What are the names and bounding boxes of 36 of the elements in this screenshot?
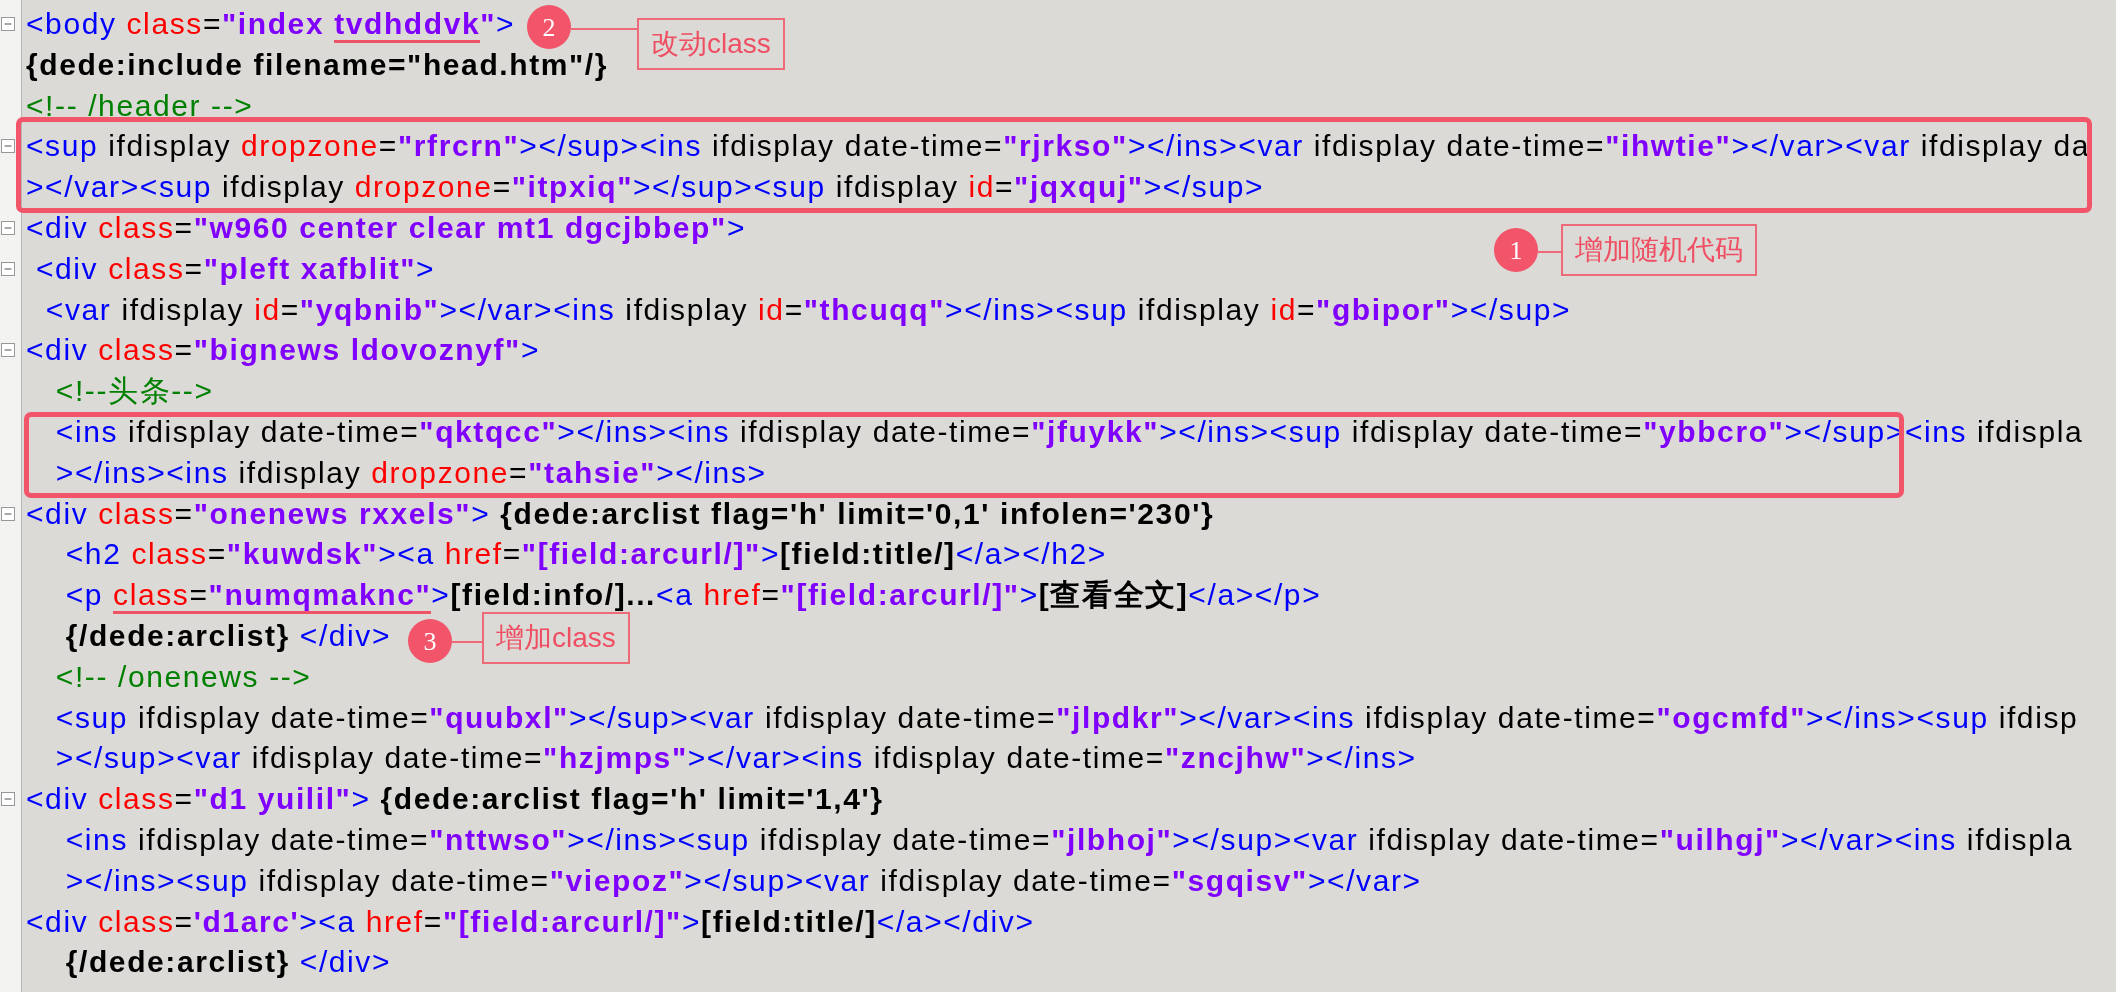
- callout-label: 增加随机代码: [1561, 224, 1757, 277]
- code-line: <div class="d1 yuilil"> {dede:arclist flag='h' limit='1,4'}: [26, 782, 884, 816]
- code-line: <!-- /header -->: [26, 88, 254, 122]
- code-line: <h2 class="kuwdsk"><a href="[field:arcurl/]">[field:title/]</a></h2>: [64, 537, 1107, 571]
- code-line: ></sup><var ifdisplay date-time="hzjmps"></var><ins ifdisplay date-time="zncjhw"></ins>: [54, 741, 1417, 775]
- code-line: <sup ifdisplay dropzone="rfrcrn"></sup><ins ifdisplay date-time="rjrkso"></ins><var ifdisplay date-time="ihwtie"></var><var ifdisplay da: [26, 129, 2091, 163]
- code-line: <var ifdisplay id="yqbnib"></var><ins ifdisplay id="thcuqq"></ins><sup ifdisplay id="gbipor"></sup>: [44, 292, 1572, 326]
- leader-line: [452, 641, 482, 643]
- code-line: {/dede:arclist} </div>: [64, 945, 392, 979]
- code-line: {/dede:arclist} </div>: [64, 618, 392, 652]
- code-line: <!-- /onenews -->: [54, 659, 312, 693]
- code-line: ></ins><sup ifdisplay date-time="viepoz"></sup><var ifdisplay date-time="sgqisv"></var>: [64, 863, 1422, 897]
- code-line: <div class="bignews ldovoznyf">: [26, 333, 541, 367]
- code-line: {dede:include filename="head.htm"/}: [26, 47, 609, 81]
- code-line: ></ins><ins ifdisplay dropzone="tahsie"></ins>: [54, 455, 767, 489]
- code-line: <!--头条-->: [54, 374, 214, 408]
- code-line: <body class="index tvdhddvk">: [26, 7, 516, 43]
- number-badge: 2: [527, 5, 571, 49]
- callout-label: 改动class: [637, 18, 785, 71]
- fold-toggle-icon[interactable]: [1, 792, 15, 807]
- fold-toggle-icon[interactable]: [1, 343, 15, 358]
- code-line: <p class="numqmaknc">[field:info/]...<a href="[field:arcurl/]">[查看全文]</a></p>: [26, 578, 1322, 615]
- code-line: <sup ifdisplay date-time="quubxl"></sup><var ifdisplay date-time="jlpdkr"></var><ins ifdisplay date-time="ogcmfd"></ins><sup ifdisp: [54, 700, 2079, 734]
- code-line: <div class="pleft xafblit">: [34, 251, 436, 285]
- code-line: <ins ifdisplay date-time="nttwso"></ins><sup ifdisplay date-time="jlbhoj"></sup><var ifdisplay date-time="uilhgj"></var><ins ifdispla: [64, 822, 2074, 856]
- code-line: <div class="onenews rxxels"> {dede:arclist flag='h' limit='0,1' infolen='230'}: [26, 496, 1215, 530]
- leader-line: [1538, 251, 1561, 253]
- callout-label: 增加class: [482, 612, 630, 665]
- code-line: <div class="w960 center clear mt1 dgcjbbep">: [26, 211, 746, 244]
- fold-toggle-icon[interactable]: [1, 17, 15, 31]
- leader-line: [571, 28, 637, 30]
- code-line: ></var><sup ifdisplay dropzone="itpxiq"></sup><sup ifdisplay id="jqxquj"></sup>: [26, 170, 1265, 204]
- code-line: <div class='d1arc'><a href="[field:arcurl/]">[field:title/]</a></div>: [26, 904, 1035, 938]
- number-badge: 3: [408, 619, 452, 663]
- number-badge: 1: [1494, 228, 1538, 272]
- fold-toggle-icon[interactable]: [1, 139, 15, 154]
